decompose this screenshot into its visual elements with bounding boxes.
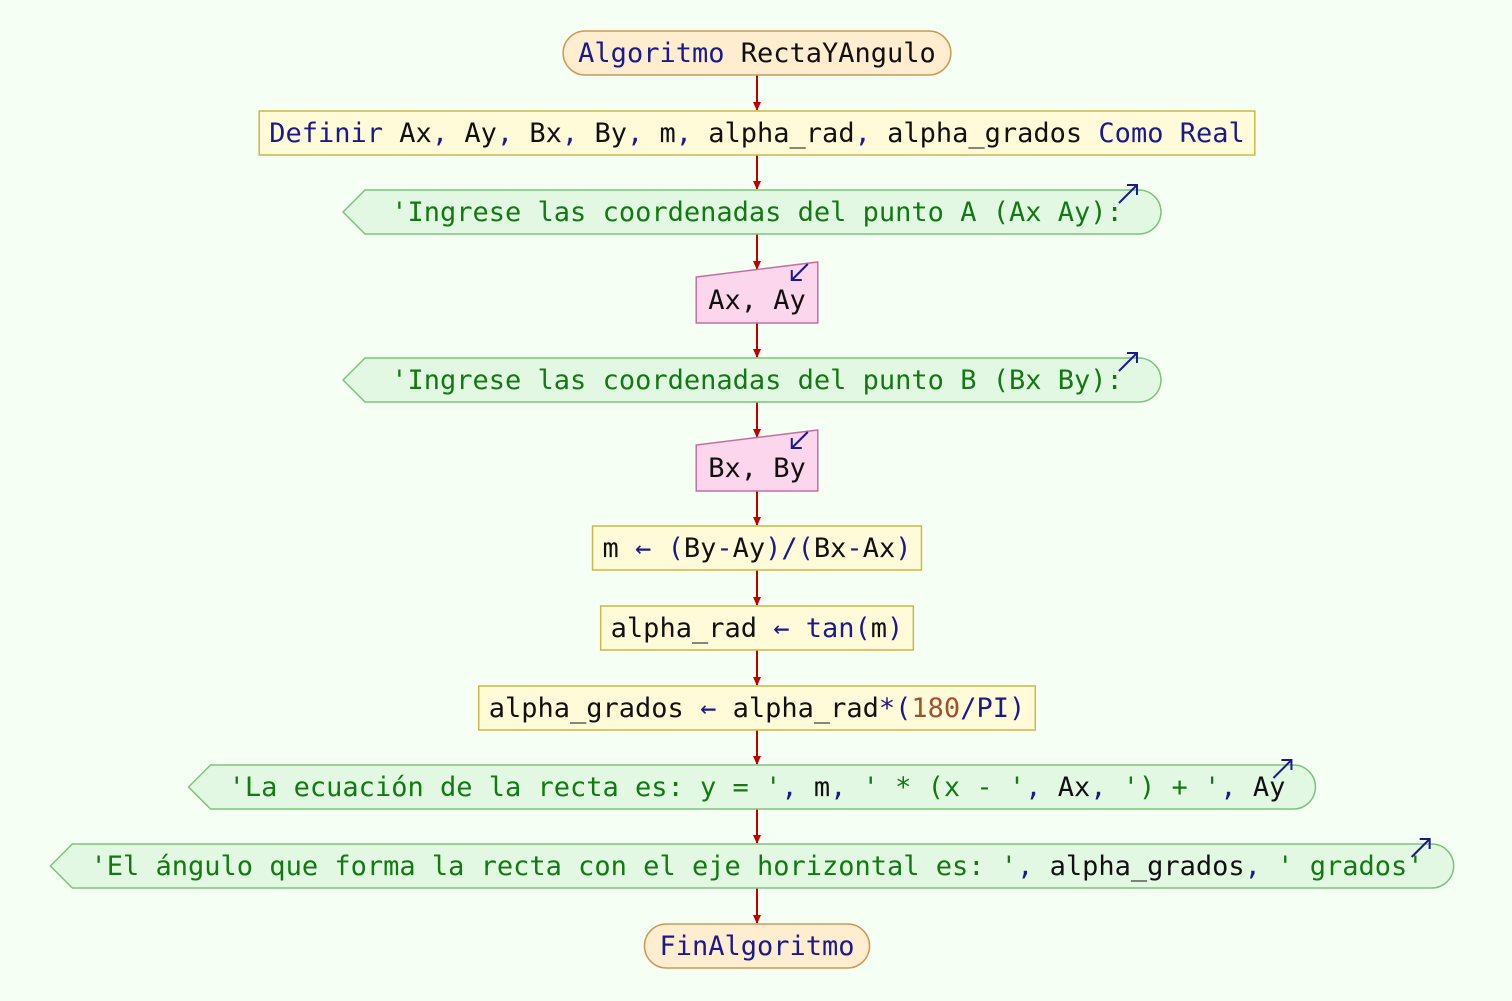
assign-alpha-rad-step-label-token: tan( [790, 613, 871, 644]
assign-alpha-grados-step-label-token: /PI) [960, 693, 1025, 724]
output-angle-step-label: 'El ángulo que forma la recta con el eje… [91, 851, 1424, 882]
input-a-step-label: Ax, Ay [708, 285, 806, 316]
input-a-step: Ax, Ay [695, 261, 819, 324]
output-prompt-a-step-label: 'Ingrese las coordenadas del punto A (Ax… [391, 197, 1123, 228]
output-equation-step-label-token: , [1090, 772, 1106, 803]
define-variables-step-label-token: , [497, 118, 513, 149]
assign-alpha-grados-step-label-token: alpha_rad [716, 693, 879, 724]
input-b-step-label-token: By [757, 453, 806, 484]
input-b-step-label-token: Bx [708, 453, 741, 484]
output-angle-step: 'El ángulo que forma la recta con el eje… [49, 838, 1455, 889]
output-prompt-b-step: 'Ingrese las coordenadas del punto B (Bx… [341, 352, 1162, 403]
output-equation-step-label-token: , [1025, 772, 1041, 803]
define-variables-step-label-token: Ax [383, 118, 432, 149]
assign-alpha-grados-step-label-token: 180 [911, 693, 960, 724]
assign-alpha-rad-step-label-token: ) [887, 613, 903, 644]
start-terminal: Algoritmo RectaYAngulo [562, 30, 952, 76]
define-variables-step-label-token: m [643, 118, 676, 149]
define-variables-step-label-token: alpha_grados [871, 118, 1082, 149]
output-angle-step-label-token: ' grados' [1261, 851, 1424, 882]
output-equation-step-label-token: Ax [1041, 772, 1090, 803]
start-terminal-label-token: RectaYAngulo [724, 38, 935, 69]
output-angle-step-label-token: , [1245, 851, 1261, 882]
output-prompt-b-step-label-token: 'Ingrese las coordenadas del punto B (Bx… [391, 365, 1123, 396]
define-variables-step-label-token: alpha_rad [692, 118, 855, 149]
output-angle-step-label-token: , [1017, 851, 1033, 882]
assign-alpha-grados-step-label-token: ← [684, 693, 717, 724]
define-variables-step-label-token: , [676, 118, 692, 149]
input-a-step-label-token: Ay [757, 285, 806, 316]
input-a-step-label-token: Ax [708, 285, 741, 316]
start-terminal-label: Algoritmo RectaYAngulo [578, 38, 936, 69]
output-equation-step-label-token: 'La ecuación de la recta es: y = ' [229, 772, 782, 803]
output-equation-step-label-token: , [830, 772, 846, 803]
output-prompt-b-step-label: 'Ingrese las coordenadas del punto B (Bx… [391, 365, 1123, 396]
assign-alpha-grados-step: alpha_grados ← alpha_rad*(180/PI) [477, 685, 1037, 731]
define-variables-step-label-token: Ay [448, 118, 497, 149]
define-variables-step-label-token: , [562, 118, 578, 149]
define-variables-step-label-token: Definir [269, 118, 383, 149]
output-angle-step-label-token: alpha_grados [1033, 851, 1244, 882]
input-b-step: Bx, By [695, 429, 819, 492]
assign-slope-step-label-token: - [716, 533, 732, 564]
assign-slope-step-label-token: ( [651, 533, 684, 564]
output-prompt-a-step-label-token: 'Ingrese las coordenadas del punto A (Ax… [391, 197, 1123, 228]
assign-slope-step-label: m ← (By-Ay)/(Bx-Ax) [603, 533, 912, 564]
assign-alpha-grados-step-label: alpha_grados ← alpha_rad*(180/PI) [489, 693, 1025, 724]
assign-slope-step-label-token: - [846, 533, 862, 564]
output-angle-step-label-token: 'El ángulo que forma la recta con el eje… [91, 851, 1018, 882]
define-variables-step-label: Definir Ax, Ay, Bx, By, m, alpha_rad, al… [269, 118, 1244, 149]
define-variables-step-label-token: Bx [513, 118, 562, 149]
end-terminal-label: FinAlgoritmo [659, 931, 854, 962]
input-b-step-label: Bx, By [708, 453, 806, 484]
define-variables-step-label-token: , [432, 118, 448, 149]
define-variables-step: Definir Ax, Ay, Bx, By, m, alpha_rad, al… [258, 110, 1256, 156]
define-variables-step-label-token: Como [1082, 118, 1163, 149]
assign-slope-step-label-token: Ay [733, 533, 766, 564]
end-terminal: FinAlgoritmo [643, 923, 871, 969]
assign-slope-step-label-token: Ax [863, 533, 896, 564]
assign-alpha-rad-step-label-token: ← [757, 613, 790, 644]
output-equation-step-label-token: , [1220, 772, 1236, 803]
start-terminal-label-token: Algoritmo [578, 38, 724, 69]
assign-alpha-rad-step-label-token: m [871, 613, 887, 644]
assign-alpha-rad-step-label: alpha_rad ← tan(m) [611, 613, 904, 644]
output-prompt-a-step: 'Ingrese las coordenadas del punto A (Ax… [341, 184, 1162, 235]
assign-slope-step-label-token: ) [895, 533, 911, 564]
output-equation-step-label-token: , [781, 772, 797, 803]
define-variables-step-label-token: By [578, 118, 627, 149]
define-variables-step-label-token: , [855, 118, 871, 149]
assign-slope-step-label-token: Bx [814, 533, 847, 564]
flow-nodes: Algoritmo RectaYAngulo Definir Ax, Ay, Bx… [49, 30, 1455, 969]
output-equation-step-label-token: ' * (x - ' [846, 772, 1025, 803]
output-equation-step-label: 'La ecuación de la recta es: y = ', m, '… [229, 772, 1286, 803]
input-b-step-label-token: , [741, 453, 757, 484]
flowchart-canvas: Algoritmo RectaYAngulo Definir Ax, Ay, Bx… [49, 30, 1455, 969]
assign-alpha-rad-step: alpha_rad ← tan(m) [599, 605, 915, 651]
define-variables-step-label-token: , [627, 118, 643, 149]
assign-slope-step-label-token: ← [619, 533, 652, 564]
input-a-step-label-token: , [741, 285, 757, 316]
assign-alpha-grados-step-label-token: *( [879, 693, 912, 724]
assign-slope-step-label-token: By [684, 533, 717, 564]
output-equation-step-label-token: Ay [1237, 772, 1286, 803]
assign-slope-step: m ← (By-Ay)/(Bx-Ax) [591, 525, 923, 571]
assign-slope-step-label-token: m [603, 533, 619, 564]
output-equation-step: 'La ecuación de la recta es: y = ', m, '… [187, 759, 1317, 810]
output-equation-step-label-token: ') + ' [1107, 772, 1221, 803]
assign-alpha-rad-step-label-token: alpha_rad [611, 613, 757, 644]
assign-slope-step-label-token: )/( [765, 533, 814, 564]
define-variables-step-label-token: Real [1163, 118, 1244, 149]
end-terminal-label-token: FinAlgoritmo [659, 931, 854, 962]
assign-alpha-grados-step-label-token: alpha_grados [489, 693, 684, 724]
output-equation-step-label-token: m [798, 772, 831, 803]
